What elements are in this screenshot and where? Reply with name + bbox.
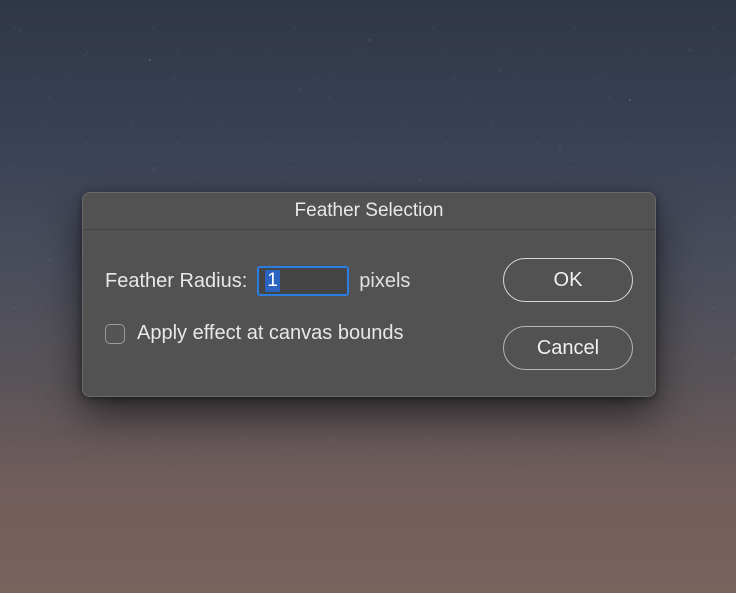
apply-at-bounds-checkbox[interactable]	[105, 324, 125, 344]
dialog-buttons: OK Cancel	[503, 248, 633, 370]
cancel-button[interactable]: Cancel	[503, 326, 633, 370]
feather-radius-row: Feather Radius: 1 pixels	[105, 266, 503, 296]
dialog-titlebar: Feather Selection	[83, 193, 655, 230]
dialog-body: Feather Radius: 1 pixels Apply effect at…	[83, 230, 655, 396]
dialog-title: Feather Selection	[295, 200, 444, 222]
ok-button[interactable]: OK	[503, 258, 633, 302]
apply-at-bounds-row[interactable]: Apply effect at canvas bounds	[105, 322, 503, 345]
cancel-button-label: Cancel	[537, 337, 599, 360]
ok-button-label: OK	[554, 269, 583, 292]
dialog-controls: Feather Radius: 1 pixels Apply effect at…	[105, 248, 503, 370]
feather-radius-label: Feather Radius:	[105, 270, 247, 293]
feather-radius-input[interactable]: 1	[257, 266, 349, 296]
feather-selection-dialog: Feather Selection Feather Radius: 1 pixe…	[82, 192, 656, 397]
apply-at-bounds-label: Apply effect at canvas bounds	[137, 322, 403, 345]
feather-radius-unit: pixels	[359, 270, 410, 293]
feather-radius-value: 1	[265, 270, 280, 292]
